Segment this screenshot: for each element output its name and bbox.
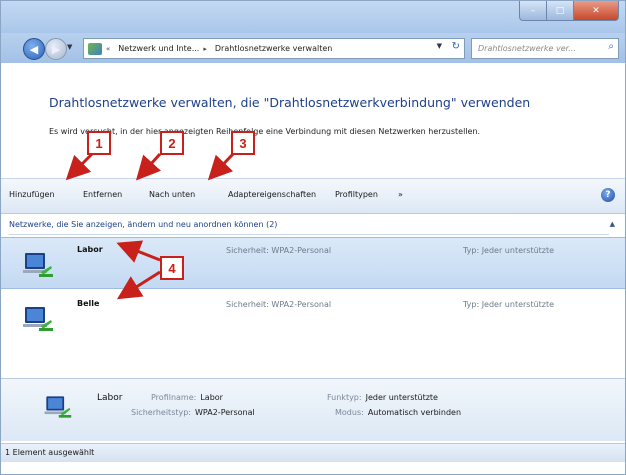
network-name: Labor	[77, 245, 103, 254]
group-divider	[9, 234, 609, 235]
network-type: Typ: Jeder unterstützte	[463, 246, 555, 255]
adapter-properties-button[interactable]: Adaptereigenschaften	[228, 190, 316, 199]
manage-wireless-networks-window: – □ ✕ ◀ ▶ ▼ « Netzwerk und Inte... ▸ Dra…	[0, 0, 626, 475]
status-text: 1 Element ausgewählt	[5, 448, 95, 457]
details-profile-name: Profilname: Labor	[151, 393, 223, 402]
network-name: Belle	[77, 299, 100, 308]
address-bar[interactable]: « Netzwerk und Inte... ▸ Drahtlosnetzwer…	[83, 38, 465, 59]
breadcrumb-manage-wireless[interactable]: Drahtlosnetzwerke verwalten	[215, 44, 332, 53]
details-network-name: Labor	[97, 393, 123, 403]
network-row-labor[interactable]: Labor Sicherheit: WPA2-Personal Typ: Jed…	[1, 237, 625, 289]
status-bar: 1 Element ausgewählt	[1, 443, 625, 462]
collapse-group-icon[interactable]: ▲	[610, 220, 615, 228]
title-bar: – □ ✕	[1, 1, 625, 33]
network-security: Sicherheit: WPA2-Personal	[226, 246, 332, 255]
wireless-network-icon	[23, 253, 53, 277]
details-security-type: Sicherheitstyp: WPA2-Personal	[131, 408, 255, 417]
network-type: Typ: Jeder unterstützte	[463, 300, 555, 309]
details-radio-type: Funktyp: Jeder unterstützte	[327, 393, 438, 402]
breadcrumb-network-internet[interactable]: Netzwerk und Inte...	[118, 44, 199, 53]
control-panel-icon	[88, 42, 102, 55]
annotation-badge-2: 2	[160, 131, 184, 155]
move-down-button[interactable]: Nach unten	[149, 190, 195, 199]
minimize-button[interactable]: –	[519, 1, 547, 21]
details-pane: Labor Profilname: Labor Sicherheitstyp: WP…	[1, 378, 625, 441]
search-placeholder: Drahtlosnetzwerke ver...	[478, 44, 576, 53]
wireless-network-icon	[44, 396, 72, 418]
breadcrumb-overflow-icon[interactable]: «	[106, 45, 110, 53]
profile-types-button[interactable]: Profiltypen	[335, 190, 378, 199]
search-input[interactable]: Drahtlosnetzwerke ver... ⌕	[471, 38, 619, 59]
wireless-network-icon	[23, 307, 53, 331]
main-content: Drahtlosnetzwerke verwalten, die "Drahtl…	[1, 63, 625, 474]
command-bar: Hinzufügen Entfernen Nach unten Adaptere…	[1, 178, 625, 214]
network-row-belle[interactable]: Belle Sicherheit: WPA2-Personal Typ: Jed…	[1, 292, 625, 342]
recent-pages-dropdown-icon[interactable]: ▼	[67, 43, 77, 51]
address-dropdown-icon[interactable]: ▼	[437, 42, 442, 50]
annotation-badge-1: 1	[87, 131, 111, 155]
more-commands-icon[interactable]: »	[398, 190, 403, 199]
add-button[interactable]: Hinzufügen	[9, 190, 55, 199]
close-button[interactable]: ✕	[574, 1, 619, 21]
remove-button[interactable]: Entfernen	[83, 190, 122, 199]
breadcrumb-separator-icon[interactable]: ▸	[203, 45, 207, 53]
back-button[interactable]: ◀	[23, 38, 45, 60]
search-icon[interactable]: ⌕	[608, 41, 614, 52]
network-group-header[interactable]: Netzwerke, die Sie anzeigen, ändern und …	[1, 215, 625, 235]
navigation-bar: ◀ ▶ ▼ « Netzwerk und Inte... ▸ Drahtlosn…	[1, 33, 625, 63]
details-mode: Modus: Automatisch verbinden	[335, 408, 462, 417]
network-security: Sicherheit: WPA2-Personal	[226, 300, 332, 309]
network-group-label: Netzwerke, die Sie anzeigen, ändern und …	[9, 220, 278, 229]
annotation-badge-3: 3	[231, 131, 255, 155]
refresh-icon[interactable]: ↻	[452, 41, 460, 52]
page-description: Es wird versucht, in der hier angezeigte…	[49, 127, 481, 136]
page-title: Drahtlosnetzwerke verwalten, die "Drahtl…	[49, 95, 531, 110]
forward-button[interactable]: ▶	[45, 38, 67, 60]
help-icon[interactable]: ?	[601, 188, 615, 202]
caption-buttons: – □ ✕	[519, 1, 619, 21]
maximize-button[interactable]: □	[547, 1, 574, 21]
annotation-badge-4: 4	[160, 256, 184, 280]
